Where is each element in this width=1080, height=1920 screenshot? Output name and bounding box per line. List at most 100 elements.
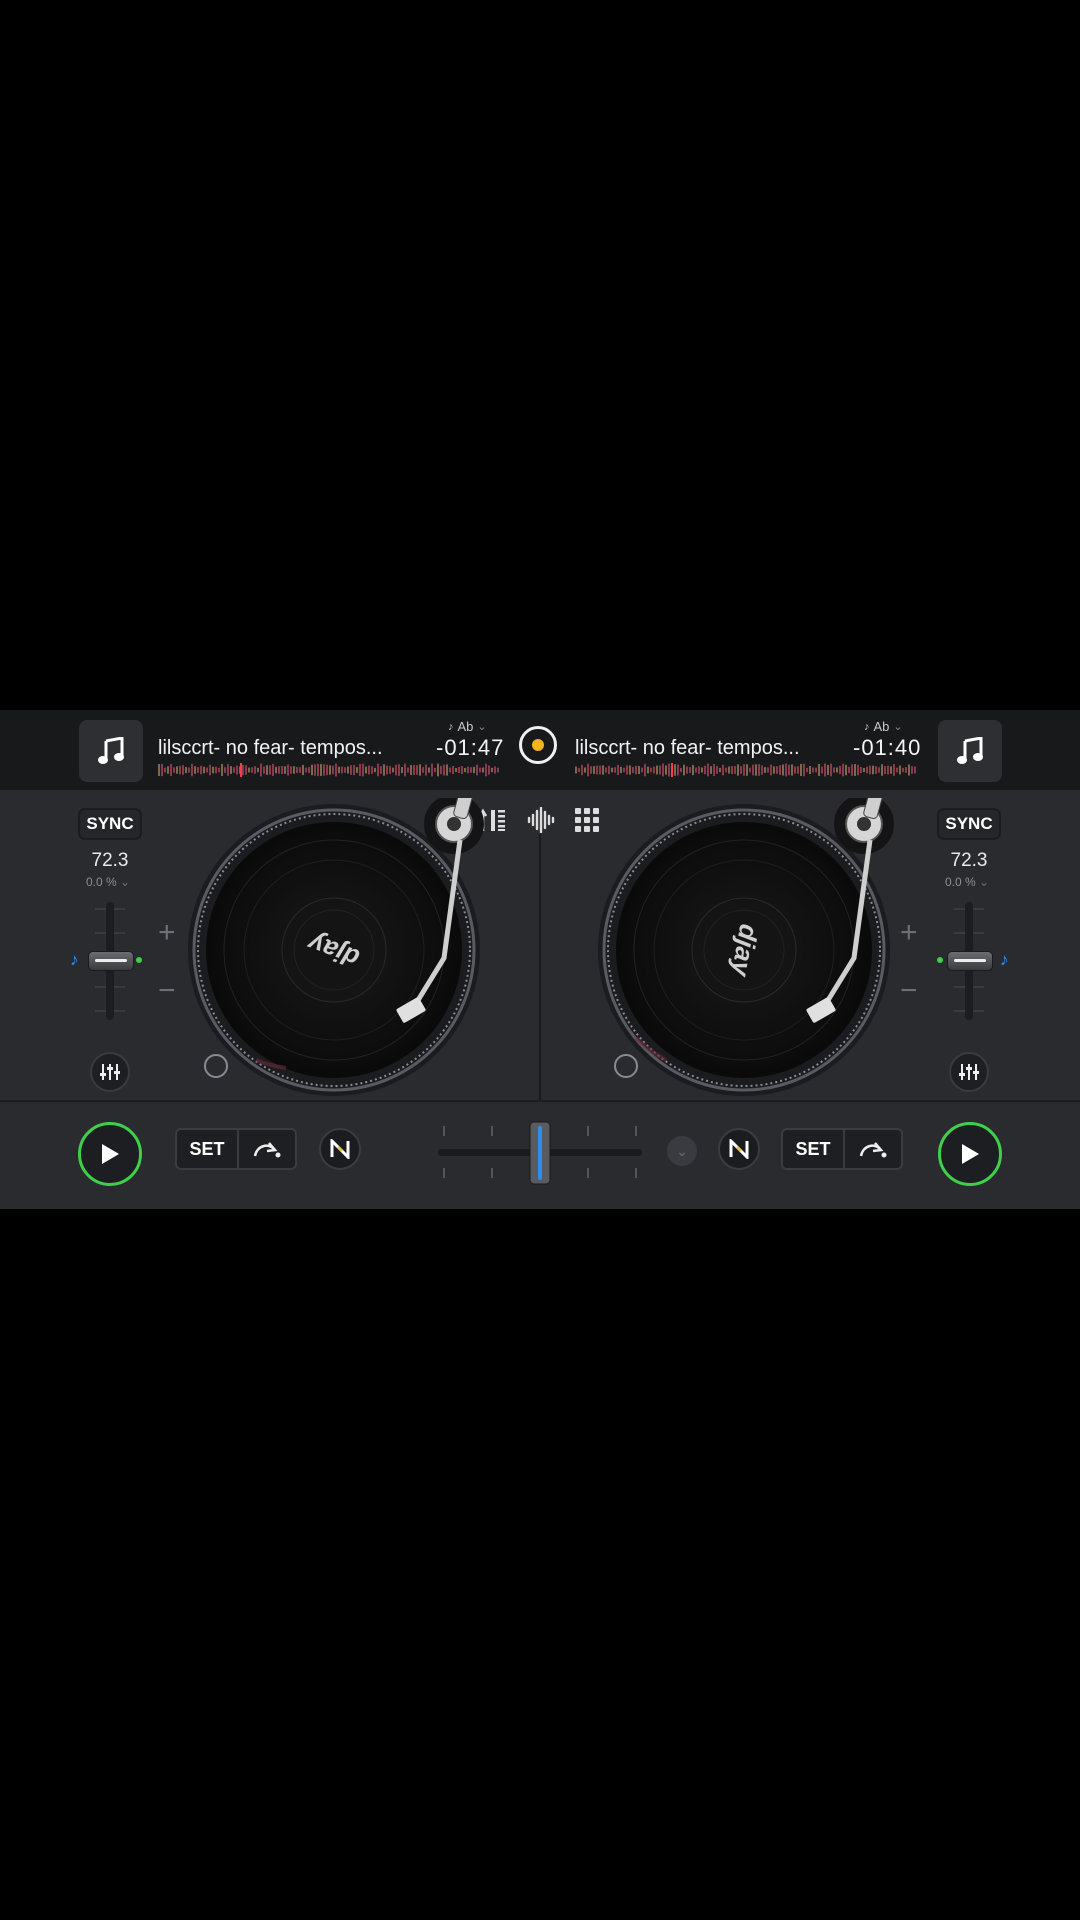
waveform-bar <box>914 766 916 774</box>
key-selector-right[interactable]: ♪ Ab ⌄ <box>864 719 903 734</box>
waveform-bar <box>479 767 481 773</box>
waveform-bar <box>773 766 775 774</box>
record-button[interactable] <box>519 726 557 764</box>
sync-button-left[interactable]: SYNC <box>78 808 142 840</box>
waveform-icon[interactable] <box>526 807 556 833</box>
waveform-bar <box>317 763 319 777</box>
waveform-bar <box>806 767 808 773</box>
waveform-bar <box>473 766 475 774</box>
waveform-bar <box>785 763 787 777</box>
pitch-percent-right-value: 0.0 % <box>944 875 976 889</box>
waveform-bar <box>839 765 841 775</box>
waveform-bar <box>599 765 601 775</box>
waveform-overview-right[interactable] <box>575 763 921 777</box>
waveform-bar <box>755 764 757 776</box>
waveform-bar <box>212 766 214 774</box>
waveform-bar <box>611 767 613 773</box>
waveform-bar <box>719 767 721 773</box>
waveform-bar <box>596 765 598 775</box>
waveform-bar <box>830 763 832 777</box>
waveform-overview-left[interactable] <box>158 763 504 777</box>
start-stop-knob[interactable] <box>204 1054 228 1078</box>
waveform-bar <box>614 767 616 773</box>
waveform-bar <box>620 766 622 774</box>
waveform-bar <box>470 767 472 773</box>
waveform-bar <box>260 763 262 777</box>
waveform-bar <box>698 766 700 774</box>
waveform-bar <box>425 764 427 776</box>
waveform-bar <box>827 765 829 775</box>
waveform-bar <box>653 766 655 774</box>
sync-button-right[interactable]: SYNC <box>937 808 1001 840</box>
waveform-bar <box>185 766 187 774</box>
chevron-down-icon: ⌄ <box>893 721 903 733</box>
start-stop-knob[interactable] <box>614 1054 638 1078</box>
waveform-bar <box>641 767 643 773</box>
pitch-percent-right[interactable]: 0.0 % ⌄ <box>932 875 1002 889</box>
waveform-bar <box>341 766 343 774</box>
pitch-fader-thumb-left[interactable] <box>88 951 134 971</box>
waveform-bar <box>488 765 490 775</box>
waveform-bar <box>251 767 253 773</box>
waveform-bar <box>752 764 754 776</box>
cue-controls-right: SET <box>781 1128 903 1170</box>
bpm-right[interactable]: 72.3 <box>937 850 1001 872</box>
waveform-bar <box>182 765 184 775</box>
pitch-fader-thumb-right[interactable] <box>947 951 993 971</box>
waveform-bar <box>266 765 268 775</box>
pitch-bend-plus-right[interactable]: + <box>900 918 918 948</box>
waveform-bar <box>842 763 844 777</box>
eq-button-left[interactable] <box>90 1052 130 1092</box>
waveform-bar <box>440 765 442 775</box>
waveform-bar <box>446 764 448 776</box>
crossfader[interactable] <box>436 1112 644 1202</box>
waveform-bar <box>416 765 418 775</box>
library-button-right[interactable] <box>938 720 1002 782</box>
jump-button-right[interactable] <box>845 1130 901 1168</box>
waveform-bar <box>242 764 244 776</box>
play-button-left[interactable] <box>78 1122 142 1186</box>
play-button-right[interactable] <box>938 1122 1002 1186</box>
waveform-bar <box>848 766 850 774</box>
waveform-bar <box>329 765 331 775</box>
time-remaining-right: -01:40 <box>853 735 922 760</box>
turntable-right[interactable]: djay <box>596 798 896 1098</box>
bpm-left[interactable]: 72.3 <box>78 850 142 872</box>
pitch-bend-minus-left[interactable]: − <box>158 976 176 1006</box>
waveform-bar <box>203 766 205 774</box>
set-cue-button-left[interactable]: SET <box>177 1130 239 1168</box>
set-cue-button-right[interactable]: SET <box>783 1130 845 1168</box>
pitch-percent-left[interactable]: 0.0 % ⌄ <box>73 875 143 889</box>
key-selector-left[interactable]: ♪ Ab ⌄ <box>448 719 487 734</box>
waveform-bar <box>269 765 271 775</box>
waveform-bar <box>749 767 751 773</box>
waveform-bar <box>368 765 370 775</box>
waveform-bar <box>734 766 736 774</box>
jump-button-left[interactable] <box>239 1130 295 1168</box>
neural-mix-button-left[interactable] <box>319 1128 361 1170</box>
waveform-bar <box>332 765 334 775</box>
crossfader-options-button[interactable]: ⌄ <box>667 1136 697 1166</box>
waveform-bar <box>176 766 178 774</box>
waveform-bar <box>905 767 907 773</box>
waveform-bar <box>704 765 706 775</box>
waveform-bar <box>722 764 724 776</box>
waveform-bar <box>434 767 436 773</box>
track-title-right[interactable]: lilsccrt- no fear- tempos... <box>575 737 800 760</box>
eq-button-right[interactable] <box>949 1052 989 1092</box>
track-title-left[interactable]: lilsccrt- no fear- tempos... <box>158 737 383 760</box>
pitch-bend-plus-left[interactable]: + <box>158 918 176 948</box>
waveform-bar <box>863 767 865 773</box>
waveform-bar <box>875 766 877 774</box>
neural-mix-button-right[interactable] <box>718 1128 760 1170</box>
waveform-bar <box>725 767 727 773</box>
library-button-left[interactable] <box>79 720 143 782</box>
pitch-bend-minus-right[interactable]: − <box>900 976 918 1006</box>
music-note-icon <box>98 737 124 764</box>
waveform-bar <box>476 764 478 776</box>
waveform-bar <box>452 766 454 774</box>
waveform-bar <box>305 767 307 773</box>
waveform-bar <box>764 767 766 773</box>
waveform-bar <box>884 765 886 775</box>
turntable-left[interactable]: djay <box>186 798 486 1098</box>
